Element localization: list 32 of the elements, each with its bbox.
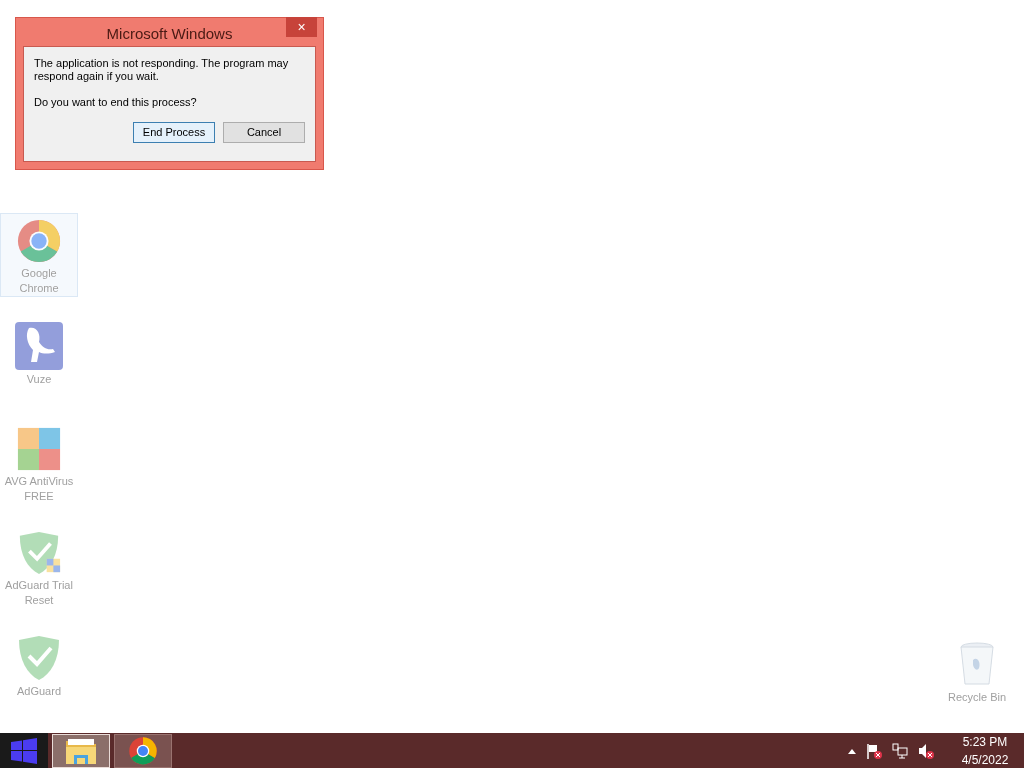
chrome-icon xyxy=(128,736,158,766)
message-text: The application is not responding. The program may respond again if you wait. xyxy=(34,57,290,83)
desktop-shortcut[interactable]: AdGuard Trial Reset xyxy=(0,525,78,609)
desktop-shortcut[interactable]: Recycle Bin xyxy=(942,642,1012,705)
shortcut-label: Recycle Bin xyxy=(947,690,1007,705)
close-button[interactable]: × xyxy=(286,17,317,37)
clock[interactable]: 5:23 PM 4/5/2022 xyxy=(950,733,1020,768)
desktop-shortcut[interactable]: Vuze xyxy=(0,317,78,401)
window-title: Microsoft Windows xyxy=(106,24,233,44)
shortcut-label: AdGuard Trial Reset xyxy=(4,578,74,608)
shortcut-label: AVG AntiVirus FREE xyxy=(3,474,75,504)
shortcut-label: Vuze xyxy=(26,372,52,387)
start-button[interactable] xyxy=(0,733,48,768)
time-text: 5:23 PM xyxy=(962,734,1008,751)
question-text: Do you want to end this process? xyxy=(34,96,198,109)
caret-up-icon[interactable] xyxy=(848,748,856,754)
shortcut-label: AdGuard xyxy=(17,684,61,699)
dialog-button[interactable]: End Process xyxy=(133,122,215,143)
network-icon[interactable] xyxy=(892,743,908,759)
chrome-icon xyxy=(16,218,62,264)
flag-icon[interactable] xyxy=(866,743,882,759)
folder-icon xyxy=(65,737,97,765)
desktop-shortcut[interactable]: AVG AntiVirus FREE xyxy=(0,421,78,505)
date-text: 4/5/2022 xyxy=(961,752,1009,768)
taskbar-app-button[interactable] xyxy=(114,734,172,768)
shortcut-label: Google Chrome xyxy=(18,266,60,296)
desktop-shortcut[interactable]: AdGuard xyxy=(0,629,78,713)
trash-bin-icon xyxy=(959,642,995,686)
desktop-shortcut[interactable]: Google Chrome xyxy=(0,213,78,297)
dialog-button[interactable]: Cancel xyxy=(223,122,305,143)
windows-logo-icon xyxy=(11,738,37,764)
speaker-muted-icon[interactable] xyxy=(918,743,934,759)
